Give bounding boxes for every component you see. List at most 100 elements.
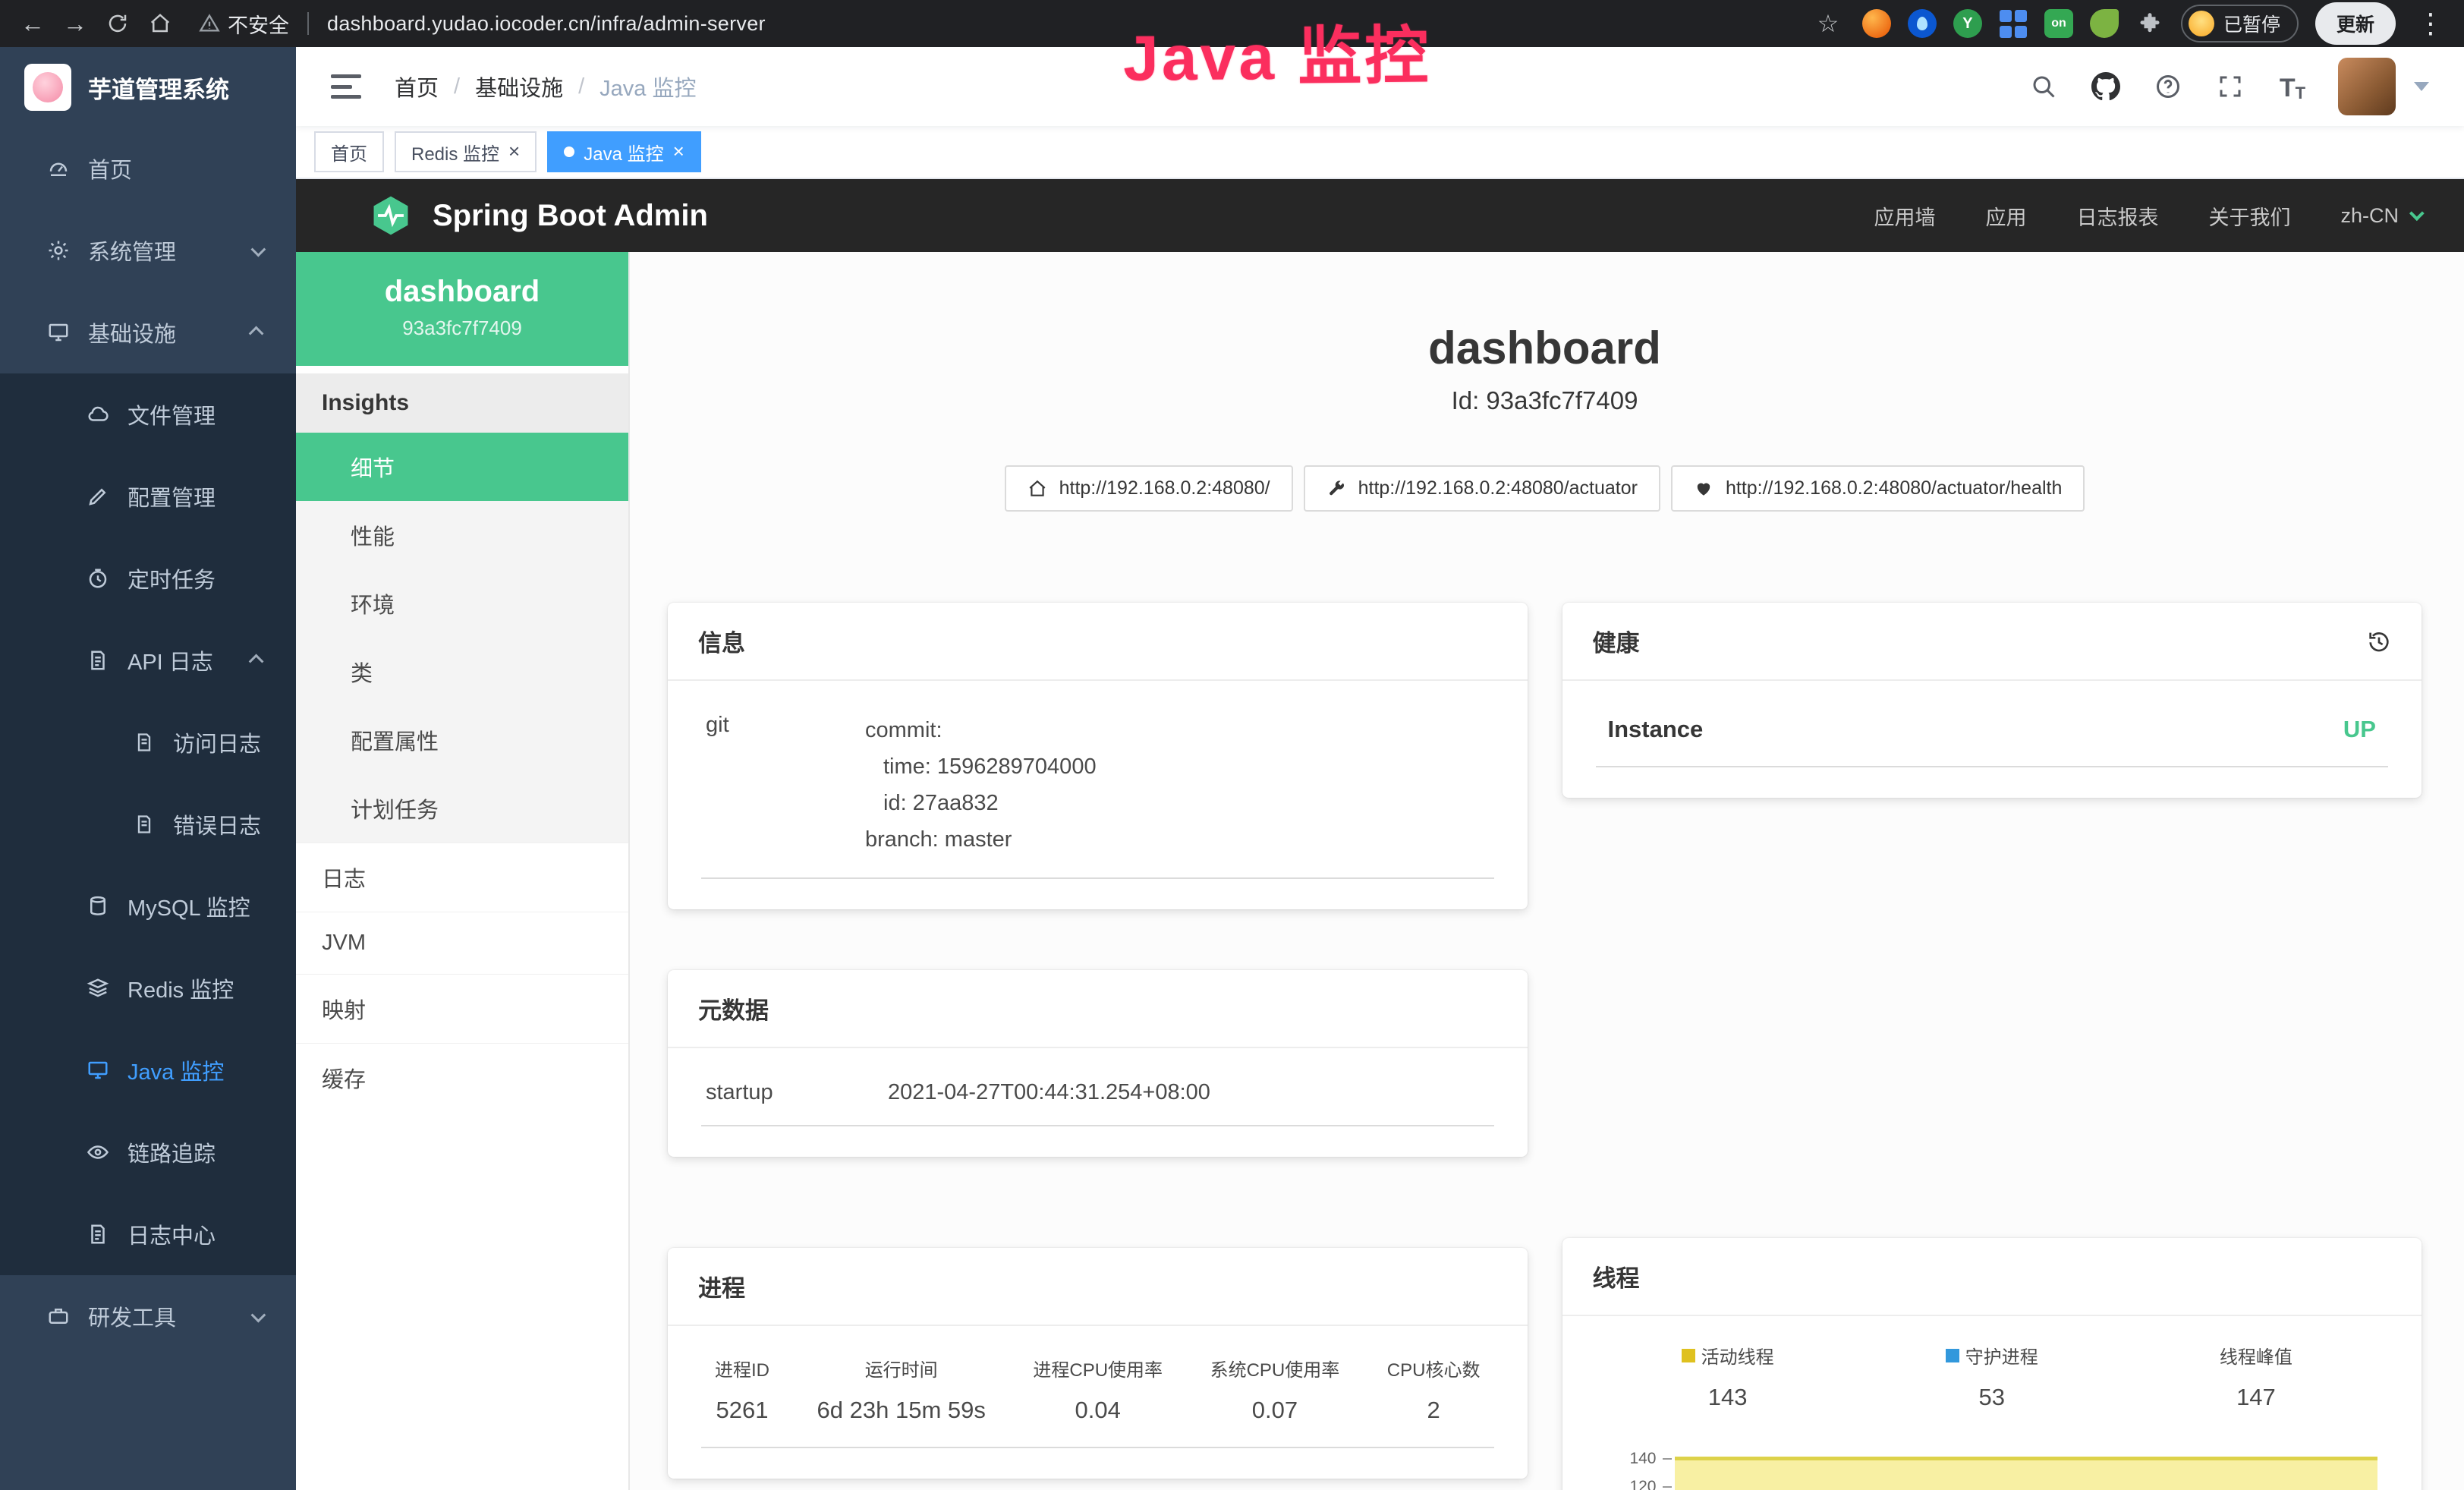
- menu-label: 首页: [88, 153, 132, 184]
- sba-item-classes[interactable]: 类: [296, 638, 628, 706]
- site-security-chip[interactable]: 不安全: [199, 9, 289, 39]
- help-icon[interactable]: [2151, 70, 2185, 103]
- sba-item-jvm[interactable]: JVM: [296, 912, 628, 974]
- menu-label: 基础设施: [88, 317, 176, 348]
- sidebar-item-dev-tools[interactable]: 研发工具: [0, 1275, 296, 1357]
- sidebar-item-file-management[interactable]: 文件管理: [0, 373, 296, 455]
- sidebar-item-java-monitor[interactable]: Java 监控: [0, 1029, 296, 1111]
- sidebar-item-redis-monitor[interactable]: Redis 监控: [0, 947, 296, 1029]
- sidebar-item-log-center[interactable]: 日志中心: [0, 1193, 296, 1275]
- chrome-update-button[interactable]: 更新: [2315, 2, 2396, 45]
- sba-item-mappings[interactable]: 映射: [296, 974, 628, 1043]
- browser-menu-icon[interactable]: ⋮: [2412, 8, 2449, 39]
- instance-id-line: Id: 93a3fc7f7409: [668, 386, 2422, 415]
- breadcrumb-infrastructure[interactable]: 基础设施: [475, 71, 563, 102]
- threads-chart-plot: [1672, 1444, 2389, 1490]
- info-git-row: git commit: time: 1596289704000 id: 27aa…: [701, 707, 1494, 879]
- y-extension-icon[interactable]: Y: [1953, 9, 1982, 38]
- metadata-card-body: startup 2021-04-27T00:44:31.254+08:00: [668, 1048, 1528, 1157]
- browser-back-button[interactable]: ←: [15, 6, 50, 41]
- sidebar-item-error-logs[interactable]: 错误日志: [0, 783, 296, 865]
- sba-instance-block[interactable]: dashboard 93a3fc7f7409: [296, 252, 628, 366]
- process-uptime-label: 运行时间: [817, 1355, 986, 1381]
- user-avatar[interactable]: [2338, 58, 2396, 115]
- sidebar-item-home[interactable]: 首页: [0, 128, 296, 209]
- menu-label: API 日志: [127, 644, 213, 676]
- avatar-caret-icon[interactable]: [2414, 82, 2429, 91]
- sidebar-item-system[interactable]: 系统管理: [0, 209, 296, 291]
- sba-nav-wallboard[interactable]: 应用墙: [1874, 201, 1935, 231]
- breadcrumb-home[interactable]: 首页: [395, 71, 439, 102]
- sba-nav-about[interactable]: 关于我们: [2208, 201, 2290, 231]
- ytick-120: 120: [1629, 1478, 1656, 1490]
- close-icon[interactable]: [673, 141, 684, 163]
- sidebar-item-config-management[interactable]: 配置管理: [0, 455, 296, 537]
- spring-boot-admin-frame: Spring Boot Admin 应用墙 应用 日志报表 关于我们 zh-CN: [296, 179, 2464, 1490]
- grid-extension-icon[interactable]: [1999, 9, 2028, 38]
- address-bar[interactable]: 不安全 dashboard.yudao.iocoder.cn/infra/adm…: [199, 9, 1803, 39]
- cards-left-column: 信息 git commit: time: 1596289704000: [668, 603, 1528, 1490]
- peak-threads-text: 线程峰值: [2220, 1342, 2292, 1369]
- fox-extension-icon[interactable]: [1862, 9, 1891, 38]
- tag-redis-monitor[interactable]: Redis 监控: [395, 131, 537, 172]
- active-dot-icon: [564, 146, 574, 157]
- history-icon[interactable]: [2367, 629, 2391, 654]
- tag-label: Redis 监控: [411, 139, 499, 165]
- sidebar-item-scheduled-tasks[interactable]: 定时任务: [0, 537, 296, 619]
- sba-item-details[interactable]: 细节: [296, 433, 628, 501]
- sba-item-performance[interactable]: 性能: [296, 501, 628, 569]
- system-cpu-value: 0.07: [1210, 1397, 1340, 1424]
- sidebar-item-tracing[interactable]: 链路追踪: [0, 1111, 296, 1193]
- switch-on-extension-icon[interactable]: on: [2044, 9, 2073, 38]
- app-logo: [24, 64, 71, 111]
- puzzle-extensions-icon[interactable]: [2135, 9, 2164, 38]
- chevron-down-icon: [251, 242, 266, 257]
- sba-nav-journal[interactable]: 日志报表: [2076, 201, 2158, 231]
- metadata-card-header: 元数据: [668, 970, 1528, 1048]
- health-url-link[interactable]: http://192.168.0.2:48080/actuator/health: [1671, 465, 2085, 512]
- bookmark-star-button[interactable]: ☆: [1811, 6, 1846, 41]
- daemon-threads-value: 53: [1860, 1384, 2124, 1411]
- sba-item-logs[interactable]: 日志: [296, 843, 628, 912]
- sidebar-item-infrastructure[interactable]: 基础设施: [0, 291, 296, 373]
- sba-item-environment[interactable]: 环境: [296, 569, 628, 638]
- sba-item-caches[interactable]: 缓存: [296, 1043, 628, 1112]
- sba-brand[interactable]: Spring Boot Admin: [369, 194, 708, 238]
- metadata-card-title: 元数据: [698, 991, 769, 1025]
- actuator-url-link[interactable]: http://192.168.0.2:48080/actuator: [1304, 465, 1660, 512]
- live-threads-value: 143: [1596, 1384, 1860, 1411]
- metadata-startup-value: 2021-04-27T00:44:31.254+08:00: [888, 1080, 1490, 1105]
- sba-item-config-props[interactable]: 配置属性: [296, 706, 628, 774]
- browser-home-button[interactable]: [143, 6, 178, 41]
- security-label: 不安全: [228, 9, 289, 39]
- browser-forward-button[interactable]: →: [58, 6, 93, 41]
- git-branch-line: branch: master: [865, 822, 1490, 858]
- sba-nav-applications[interactable]: 应用: [1985, 201, 2026, 231]
- tags-bar: 首页 Redis 监控 Java 监控: [296, 126, 2464, 179]
- peak-threads-col: 线程峰值 147: [2124, 1342, 2388, 1411]
- sidebar-item-api-logs[interactable]: API 日志: [0, 619, 296, 701]
- leaf-extension-icon[interactable]: [2090, 9, 2119, 38]
- search-icon[interactable]: [2027, 70, 2060, 103]
- instance-links: http://192.168.0.2:48080/ http://192.168…: [668, 465, 2422, 512]
- font-size-icon[interactable]: TT: [2276, 70, 2309, 103]
- sba-item-scheduled-tasks[interactable]: 计划任务: [296, 774, 628, 843]
- fullscreen-icon[interactable]: [2214, 70, 2247, 103]
- browser-reload-button[interactable]: [100, 6, 135, 41]
- drop-extension-icon[interactable]: [1908, 9, 1937, 38]
- app-shell: 芋道管理系统 首页 系统管理 基础设施 文件管理: [0, 47, 2464, 1490]
- github-icon[interactable]: [2089, 70, 2123, 103]
- live-threads-swatch-icon: [1682, 1349, 1695, 1362]
- sidebar-toggle-icon[interactable]: [331, 74, 361, 99]
- sidebar-item-mysql-monitor[interactable]: MySQL 监控: [0, 865, 296, 947]
- tag-java-monitor[interactable]: Java 监控: [547, 131, 701, 172]
- app-logo-row[interactable]: 芋道管理系统: [0, 47, 296, 128]
- sba-locale-select[interactable]: zh-CN: [2340, 204, 2420, 228]
- health-card-body: Instance UP: [1562, 681, 2422, 798]
- menu-label: 访问日志: [173, 726, 261, 758]
- tag-home[interactable]: 首页: [314, 131, 384, 172]
- sidebar-item-access-logs[interactable]: 访问日志: [0, 701, 296, 783]
- close-icon[interactable]: [508, 141, 520, 163]
- service-url-link[interactable]: http://192.168.0.2:48080/: [1005, 465, 1293, 512]
- profile-paused-badge[interactable]: 已暂停: [2181, 5, 2299, 43]
